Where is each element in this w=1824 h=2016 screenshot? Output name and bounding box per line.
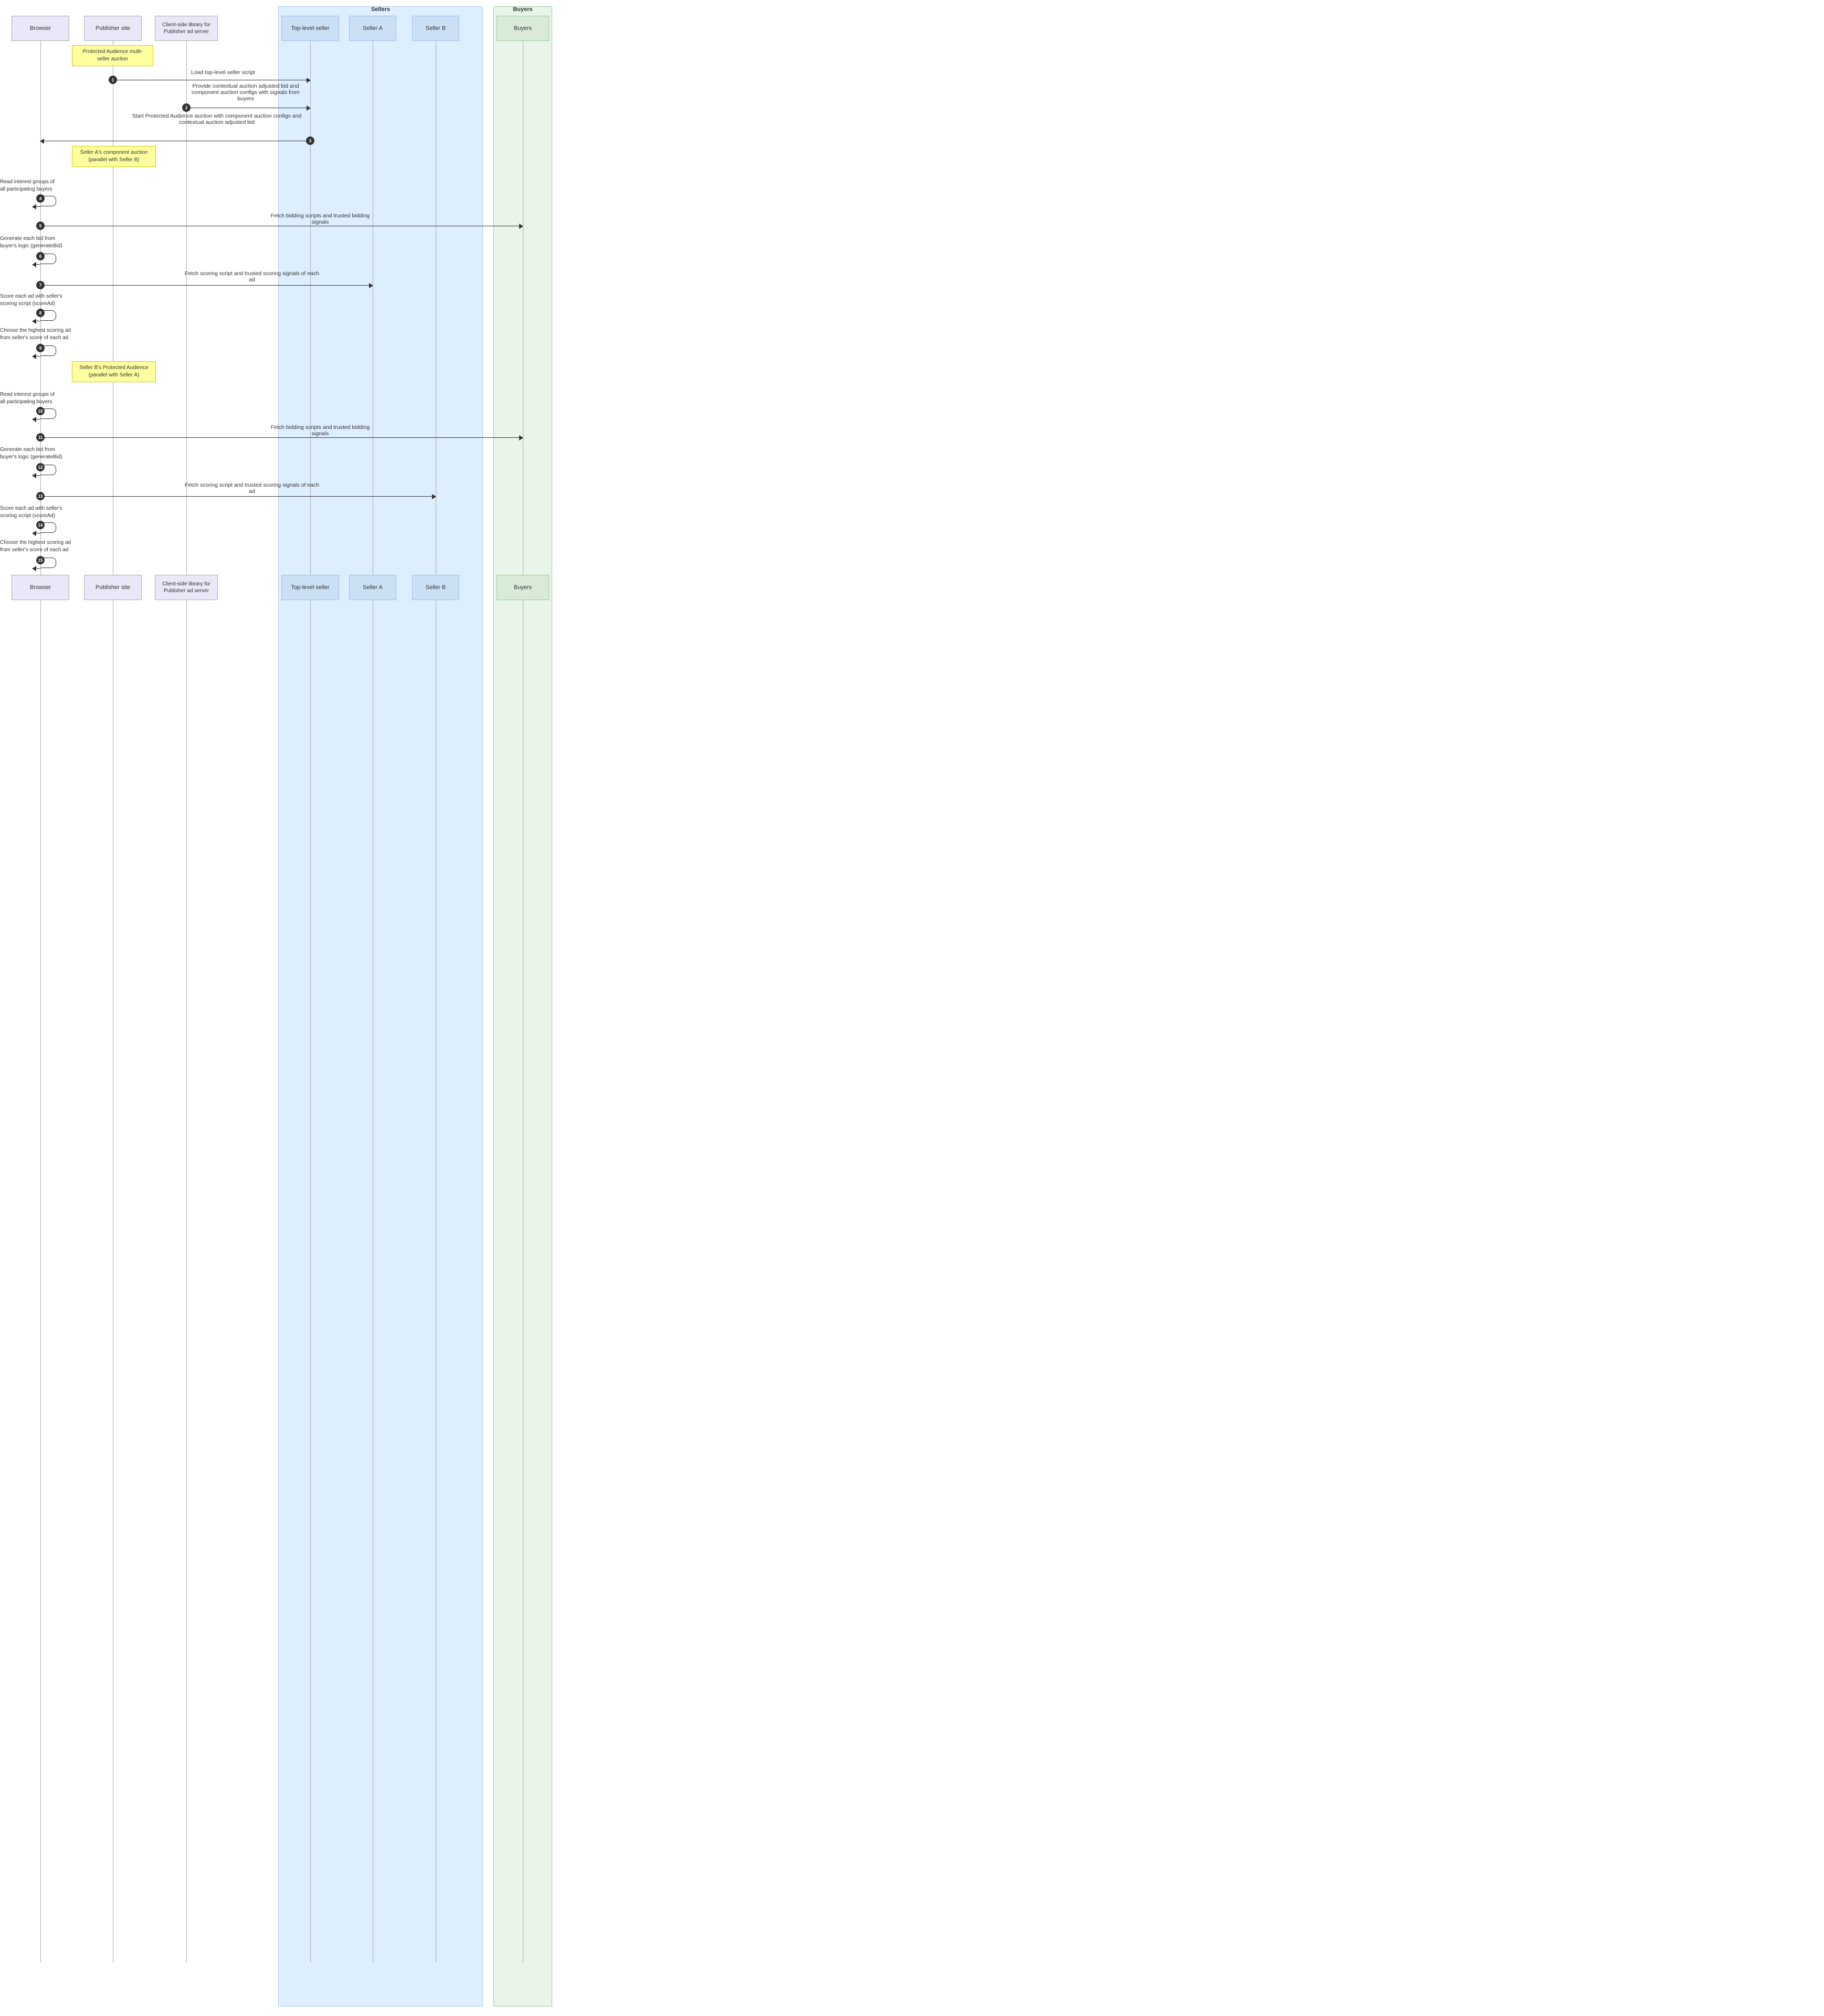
step12-label: Generate each bid frombuyer's logic (gen… xyxy=(0,446,72,461)
step14-num: 14 xyxy=(36,521,45,529)
browser-header-bottom: Browser xyxy=(12,575,69,600)
toplevel-seller-header-top: Top-level seller xyxy=(281,16,339,41)
protected-audience-note: Protected Audience multi-seller auction xyxy=(72,45,153,66)
step11-arrow xyxy=(40,437,523,438)
buyers-header-bottom: Buyers xyxy=(497,575,549,600)
step9-label: Choose the highest scoring adfrom seller… xyxy=(0,327,81,342)
step15-label: Choose the highest scoring adfrom seller… xyxy=(0,539,81,554)
sellera-header-bottom: Seller A xyxy=(349,575,396,600)
buyers-group-label: Buyers xyxy=(493,6,552,17)
step6-arrow xyxy=(33,264,40,265)
seller-a-note: Seller A's component auction (parallel w… xyxy=(72,146,156,167)
step9-num: 9 xyxy=(36,344,45,352)
step7-num: 7 xyxy=(36,281,45,289)
step11-num: 11 xyxy=(36,433,45,442)
step7-label: Fetch scoring script and trusted scoring… xyxy=(184,270,320,283)
step10-num: 10 xyxy=(36,407,45,415)
step13-num: 13 xyxy=(36,492,45,500)
step4-arrow xyxy=(33,206,40,207)
sellers-group-label: Sellers xyxy=(278,6,483,17)
step8-num: 8 xyxy=(36,309,45,317)
sellers-group-bg-top xyxy=(278,6,483,2007)
clientlib-lifeline xyxy=(186,41,187,1962)
step1-num: 1 xyxy=(109,76,117,84)
browser-header-top: Browser xyxy=(12,16,69,41)
step4-label: Read interest groups ofall participating… xyxy=(0,178,72,193)
step6-label: Generate each bid frombuyer's logic (gen… xyxy=(0,235,72,250)
clientlib-header-bottom: Client-side library for Publisher ad ser… xyxy=(155,575,218,600)
step11-label: Fetch bidding scripts and trusted biddin… xyxy=(268,424,373,437)
seller-b-note: Seller B's Protected Audience (parallel … xyxy=(72,361,156,382)
toplevel-seller-lifeline xyxy=(310,41,311,1962)
sellera-header-top: Seller A xyxy=(349,16,396,41)
step10-label: Read interest groups ofall participating… xyxy=(0,391,72,406)
step5-label: Fetch bidding scripts and trusted biddin… xyxy=(268,213,373,225)
publisher-header-bottom: Publisher site xyxy=(84,575,142,600)
step15-num: 15 xyxy=(36,556,45,564)
step15-arrow xyxy=(33,568,40,569)
sequence-diagram: Sellers Buyers Browser Publisher site Cl… xyxy=(0,0,556,2016)
sellerb-header-bottom: Seller B xyxy=(412,575,459,600)
step1-label: Load top-level seller script xyxy=(152,69,294,76)
step6-num: 6 xyxy=(36,252,45,260)
step3-num: 3 xyxy=(306,136,314,145)
clientlib-header-top: Client-side library for Publisher ad ser… xyxy=(155,16,218,41)
step12-num: 12 xyxy=(36,463,45,471)
step7-arrow xyxy=(40,285,373,286)
sellerb-header-top: Seller B xyxy=(412,16,459,41)
step8-label: Score each ad with seller'sscoring scrip… xyxy=(0,293,72,308)
toplevel-seller-header-bottom: Top-level seller xyxy=(281,575,339,600)
step4-num: 4 xyxy=(36,194,45,203)
step3-label: Start Protected Audience auction with co… xyxy=(130,113,303,125)
step13-label: Fetch scoring script and trusted scoring… xyxy=(184,482,320,495)
publisher-header-top: Publisher site xyxy=(84,16,142,41)
step2-label: Provide contextual auction adjusted bid … xyxy=(188,83,303,102)
step13-arrow xyxy=(40,496,436,497)
step2-num: 2 xyxy=(182,103,191,112)
buyers-header-top: Buyers xyxy=(497,16,549,41)
step5-num: 5 xyxy=(36,222,45,230)
step14-label: Score each ad with seller'sscoring scrip… xyxy=(0,505,72,520)
step12-arrow xyxy=(33,475,40,476)
